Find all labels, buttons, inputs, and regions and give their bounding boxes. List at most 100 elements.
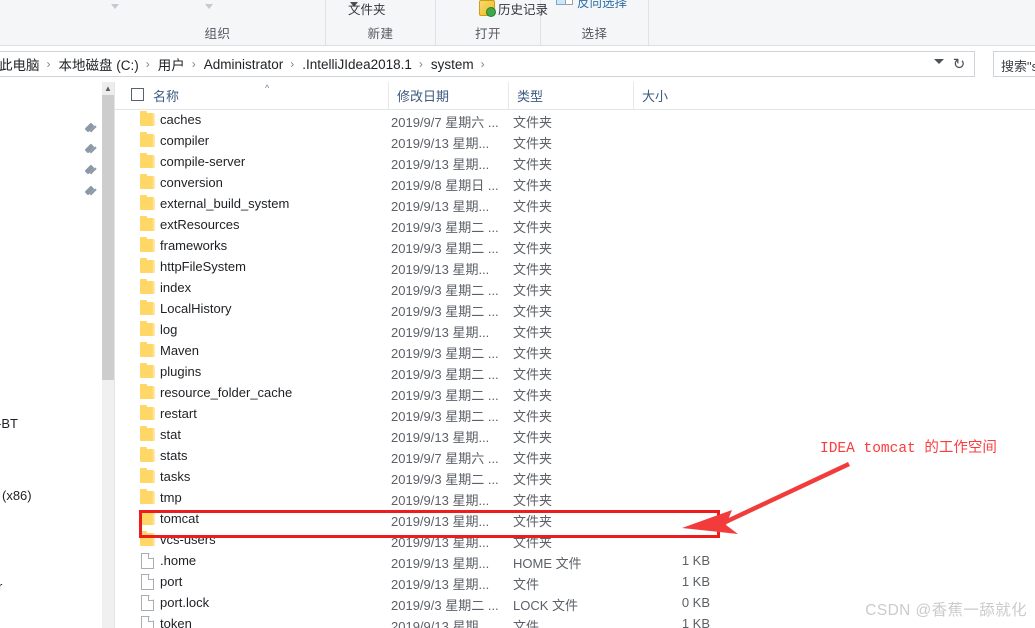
navigation-pane[interactable]: -BT (x86) r bbox=[0, 82, 102, 628]
file-name: conversion bbox=[160, 175, 223, 190]
breadcrumb-item[interactable]: Administrator bbox=[202, 57, 286, 72]
search-input[interactable]: 搜索"s bbox=[993, 51, 1035, 77]
file-name: resource_folder_cache bbox=[160, 385, 293, 400]
pin-icon[interactable] bbox=[84, 184, 97, 197]
ribbon-group-select: 反向选择 选择 bbox=[541, 0, 649, 45]
navpane-item-label[interactable]: (x86) bbox=[2, 488, 32, 503]
table-row[interactable]: port 2019/9/13 星期... 文件 1 KB bbox=[115, 572, 1035, 593]
breadcrumb-separator-icon[interactable]: › bbox=[187, 57, 202, 71]
file-date: 2019/9/7 星期六 ... bbox=[391, 115, 499, 130]
file-date: 2019/9/13 星期... bbox=[391, 199, 490, 214]
table-row[interactable]: compiler 2019/9/13 星期... 文件夹 bbox=[115, 131, 1035, 152]
breadcrumb-separator-icon[interactable]: › bbox=[285, 57, 300, 71]
file-name: external_build_system bbox=[160, 196, 290, 211]
folder-icon bbox=[140, 111, 155, 126]
table-row[interactable]: .home 2019/9/13 星期... HOME 文件 1 KB bbox=[115, 551, 1035, 572]
table-row[interactable]: log 2019/9/13 星期... 文件夹 bbox=[115, 320, 1035, 341]
column-header-label: 大小 bbox=[642, 89, 669, 104]
sort-ascending-icon: ^ bbox=[265, 83, 270, 93]
column-header-name[interactable]: 名称 bbox=[115, 82, 388, 109]
pin-icon[interactable] bbox=[84, 121, 97, 134]
breadcrumb-separator-icon[interactable]: › bbox=[141, 57, 156, 71]
table-row[interactable]: caches 2019/9/7 星期六 ... 文件夹 bbox=[115, 110, 1035, 131]
table-row[interactable]: tomcat 2019/9/13 星期... 文件夹 bbox=[115, 509, 1035, 530]
invert-selection-button[interactable]: 反向选择 bbox=[577, 0, 627, 11]
breadcrumb-item[interactable]: 本地磁盘 (C:) bbox=[57, 54, 141, 74]
file-type: 文件夹 bbox=[513, 178, 553, 193]
table-row[interactable]: plugins 2019/9/3 星期二 ... 文件夹 bbox=[115, 362, 1035, 383]
folder-icon bbox=[140, 216, 155, 231]
table-row[interactable]: compile-server 2019/9/13 星期... 文件夹 bbox=[115, 152, 1035, 173]
file-type: 文件夹 bbox=[513, 283, 553, 298]
folder-icon bbox=[140, 468, 155, 483]
table-row[interactable]: vcs-users 2019/9/13 星期... 文件夹 bbox=[115, 530, 1035, 551]
file-type: HOME 文件 bbox=[513, 556, 582, 571]
table-row[interactable]: extResources 2019/9/3 星期二 ... 文件夹 bbox=[115, 215, 1035, 236]
navpane-scrollbar[interactable]: ▲ bbox=[102, 82, 114, 628]
file-name: httpFileSystem bbox=[160, 259, 246, 274]
table-row[interactable]: tasks 2019/9/3 星期二 ... 文件夹 bbox=[115, 467, 1035, 488]
file-size: 1 KB bbox=[681, 553, 710, 568]
table-row[interactable]: conversion 2019/9/8 星期日 ... 文件夹 bbox=[115, 173, 1035, 194]
file-type: 文件夹 bbox=[513, 388, 553, 403]
file-date: 2019/9/3 星期二 ... bbox=[391, 283, 499, 298]
chevron-down-icon[interactable] bbox=[934, 59, 944, 64]
table-row[interactable]: Maven 2019/9/3 星期二 ... 文件夹 bbox=[115, 341, 1035, 362]
file-size: 1 KB bbox=[681, 574, 710, 589]
folder-icon bbox=[140, 132, 155, 147]
folder-icon bbox=[140, 237, 155, 252]
chevron-down-icon[interactable] bbox=[205, 4, 213, 9]
pin-icon[interactable] bbox=[84, 163, 97, 176]
file-icon bbox=[141, 574, 154, 590]
breadcrumb-item[interactable]: 此电脑 bbox=[0, 54, 42, 74]
table-row[interactable]: frameworks 2019/9/3 星期二 ... 文件夹 bbox=[115, 236, 1035, 257]
select-all-checkbox[interactable] bbox=[131, 88, 144, 101]
table-row[interactable]: external_build_system 2019/9/13 星期... 文件夹 bbox=[115, 194, 1035, 215]
breadcrumb-item[interactable]: .IntelliJIdea2018.1 bbox=[300, 57, 414, 72]
file-type: 文件夹 bbox=[513, 493, 553, 508]
navpane-item-label[interactable]: -BT bbox=[0, 416, 18, 431]
invert-selection-icon bbox=[556, 0, 573, 7]
breadcrumb[interactable]: 此电脑 › 本地磁盘 (C:) › 用户 › Administrator › .IntelliJ… bbox=[0, 52, 491, 76]
breadcrumb-separator-icon[interactable]: › bbox=[476, 57, 491, 71]
breadcrumb-separator-icon[interactable]: › bbox=[414, 57, 429, 71]
file-name: compile-server bbox=[160, 154, 246, 169]
column-header-date[interactable]: 修改日期 bbox=[388, 82, 508, 109]
file-type: 文件夹 bbox=[513, 472, 553, 487]
file-name: restart bbox=[160, 406, 197, 421]
pin-icon[interactable] bbox=[84, 142, 97, 155]
ribbon-group-new: 文件夹 新建 bbox=[326, 0, 436, 45]
table-row[interactable]: tmp 2019/9/13 星期... 文件夹 bbox=[115, 488, 1035, 509]
file-date: 2019/9/3 星期二 ... bbox=[391, 472, 499, 487]
ribbon-group-organize: 组织 bbox=[110, 0, 358, 45]
new-folder-button[interactable]: 文件夹 bbox=[348, 0, 386, 18]
folder-icon bbox=[140, 510, 155, 525]
breadcrumb-item[interactable]: system bbox=[429, 57, 476, 72]
breadcrumb-separator-icon[interactable]: › bbox=[42, 57, 57, 71]
table-row[interactable]: resource_folder_cache 2019/9/3 星期二 ... 文件夹 bbox=[115, 383, 1035, 404]
table-row[interactable]: restart 2019/9/3 星期二 ... 文件夹 bbox=[115, 404, 1035, 425]
ribbon-group-label: 组织 bbox=[204, 27, 231, 41]
file-list[interactable]: caches 2019/9/7 星期六 ... 文件夹 compiler 2019/9/… bbox=[115, 110, 1035, 628]
annotation-label: IDEA tomcat 的工作空间 bbox=[820, 441, 997, 457]
file-name: tomcat bbox=[160, 511, 200, 526]
column-header-type[interactable]: 类型 bbox=[508, 82, 633, 109]
folder-icon bbox=[140, 384, 155, 399]
breadcrumb-item[interactable]: 用户 bbox=[156, 54, 187, 74]
file-icon bbox=[141, 595, 154, 611]
breadcrumb-box[interactable]: 此电脑 › 本地磁盘 (C:) › 用户 › Administrator › .IntelliJ… bbox=[0, 51, 975, 77]
navpane-item-label[interactable]: r bbox=[0, 579, 2, 594]
folder-icon bbox=[140, 279, 155, 294]
chevron-up-icon[interactable]: ▲ bbox=[102, 82, 114, 95]
chevron-down-icon[interactable] bbox=[111, 4, 119, 9]
table-row[interactable]: LocalHistory 2019/9/3 星期二 ... 文件夹 bbox=[115, 299, 1035, 320]
file-name: compiler bbox=[160, 133, 210, 148]
scrollbar-thumb[interactable] bbox=[102, 95, 114, 380]
ribbon-group-label: 打开 bbox=[474, 27, 501, 41]
folder-icon bbox=[140, 489, 155, 504]
column-header-size[interactable]: 大小 bbox=[633, 82, 713, 109]
refresh-icon[interactable]: ↻ bbox=[946, 53, 972, 75]
file-date: 2019/9/3 星期二 ... bbox=[391, 388, 499, 403]
table-row[interactable]: index 2019/9/3 星期二 ... 文件夹 bbox=[115, 278, 1035, 299]
table-row[interactable]: httpFileSystem 2019/9/13 星期... 文件夹 bbox=[115, 257, 1035, 278]
